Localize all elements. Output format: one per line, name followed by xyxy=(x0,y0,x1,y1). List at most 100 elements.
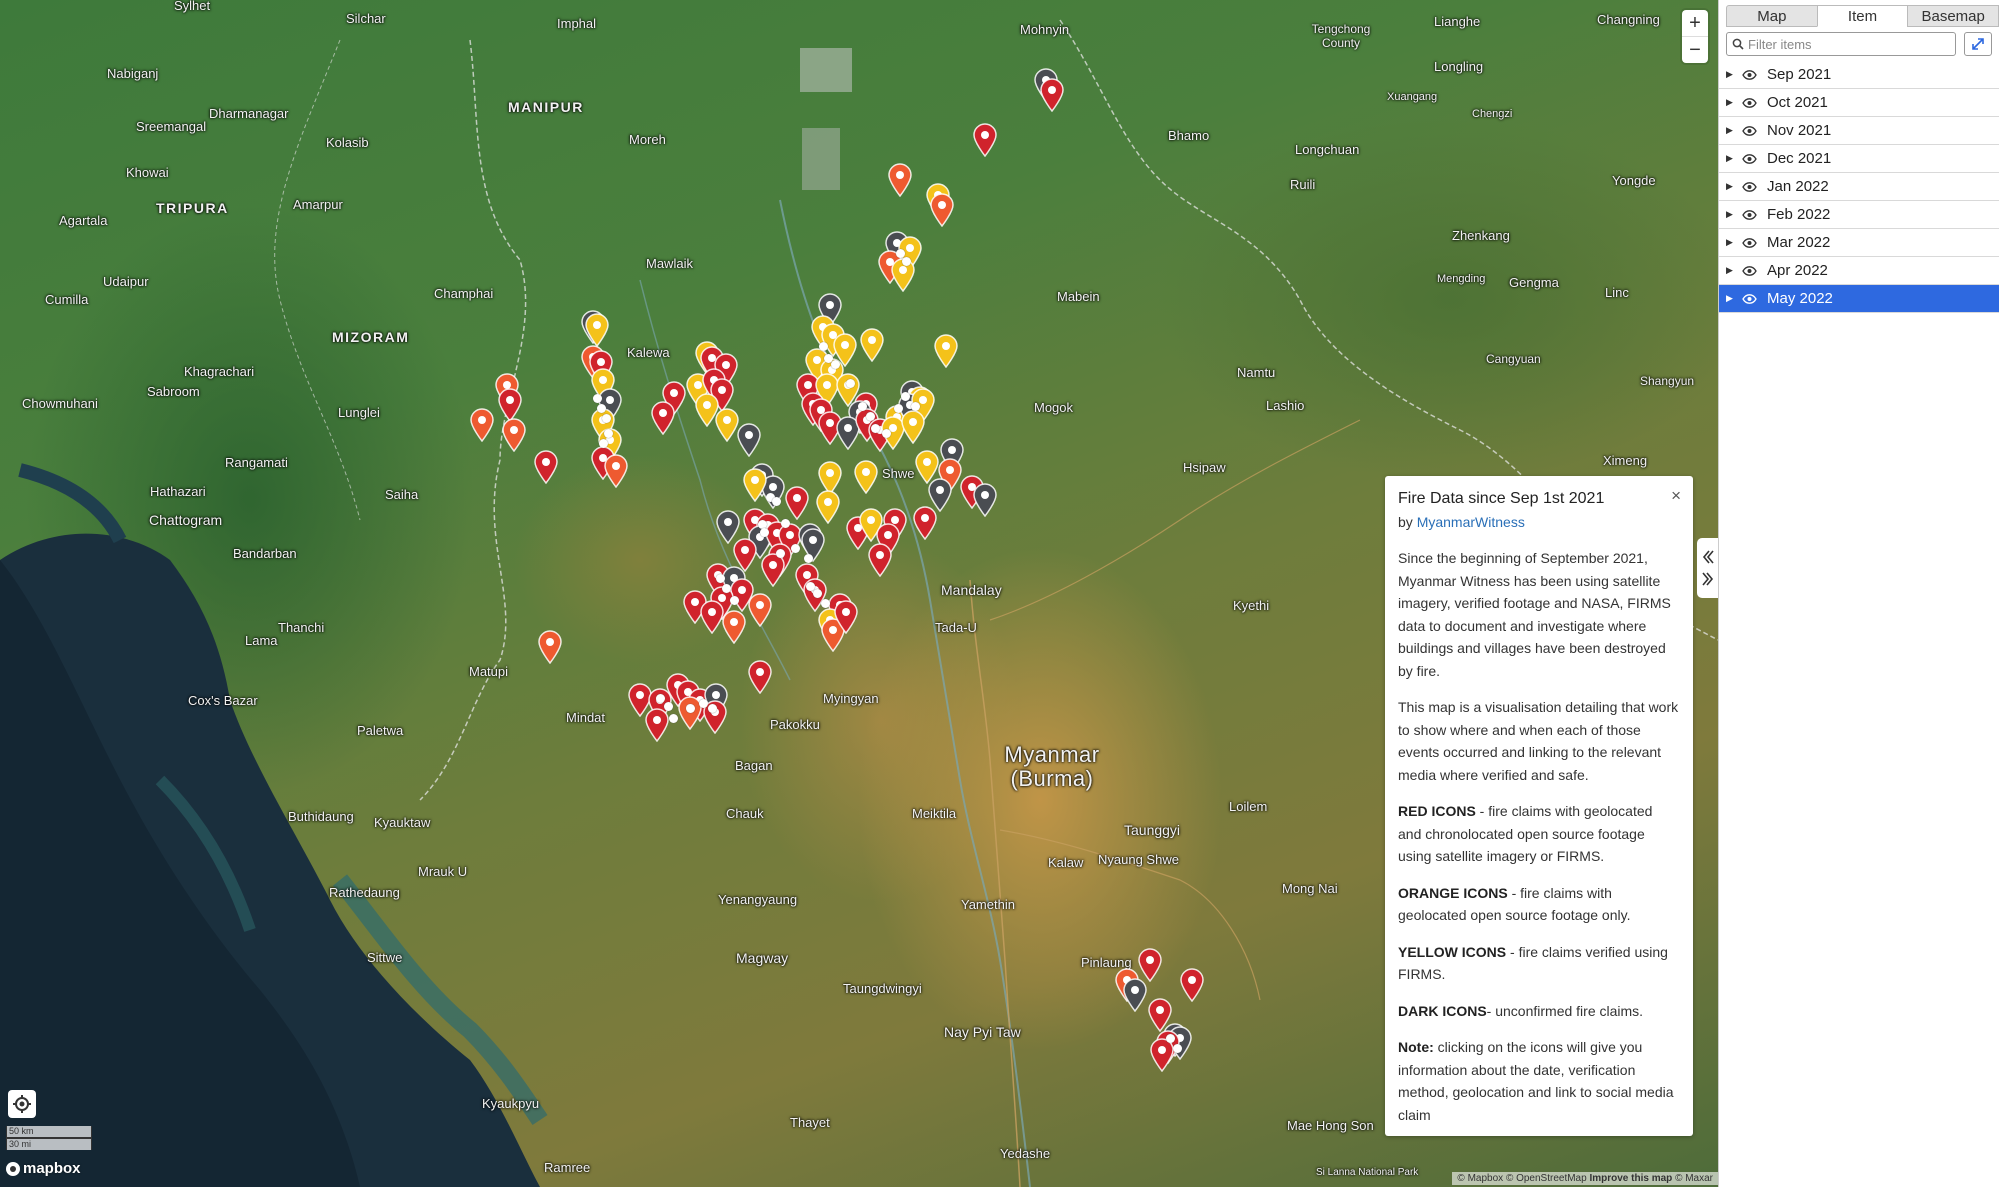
cluster-dot[interactable] xyxy=(846,379,855,388)
cluster-dot[interactable] xyxy=(760,528,769,537)
chevron-left-icon[interactable] xyxy=(1702,549,1714,565)
fire-marker[interactable] xyxy=(537,630,563,664)
cluster-dot[interactable] xyxy=(716,574,725,583)
fire-marker[interactable] xyxy=(469,408,495,442)
cluster-dot[interactable] xyxy=(871,424,880,433)
tree-item[interactable]: ▶ May 2022 xyxy=(1719,285,1999,313)
fire-marker[interactable] xyxy=(1137,948,1163,982)
caret-right-icon[interactable]: ▶ xyxy=(1726,125,1735,136)
cluster-dot[interactable] xyxy=(819,342,828,351)
fire-marker[interactable] xyxy=(742,468,768,502)
fire-marker[interactable] xyxy=(784,486,810,520)
fire-marker[interactable] xyxy=(747,660,773,694)
cluster-dot[interactable] xyxy=(708,704,717,713)
cluster-dot[interactable] xyxy=(1166,1034,1175,1043)
caret-right-icon[interactable]: ▶ xyxy=(1726,237,1735,248)
zoom-in-button[interactable]: + xyxy=(1682,10,1708,36)
fire-marker[interactable] xyxy=(736,423,762,457)
expand-button[interactable] xyxy=(1964,32,1992,56)
tab-basemap[interactable]: Basemap xyxy=(1907,5,1999,27)
cluster-dot[interactable] xyxy=(902,257,911,266)
fire-marker[interactable] xyxy=(1039,78,1065,112)
caret-right-icon[interactable]: ▶ xyxy=(1726,69,1735,80)
fire-marker[interactable] xyxy=(747,593,773,627)
caret-right-icon[interactable]: ▶ xyxy=(1726,97,1735,108)
fire-marker[interactable] xyxy=(867,543,893,577)
cluster-dot[interactable] xyxy=(604,429,613,438)
tree-item[interactable]: ▶ Apr 2022 xyxy=(1719,257,1999,285)
fire-marker[interactable] xyxy=(721,610,747,644)
fire-marker[interactable] xyxy=(760,553,786,587)
cluster-dot[interactable] xyxy=(882,429,891,438)
improve-map-link[interactable]: Improve this map xyxy=(1589,1173,1672,1184)
fire-marker[interactable] xyxy=(912,506,938,540)
fire-marker[interactable] xyxy=(929,193,955,227)
map-canvas[interactable]: Sylhet Silchar Imphal MANIPUR Nabiganj D… xyxy=(0,0,1718,1187)
cluster-dot[interactable] xyxy=(1173,1044,1182,1053)
cluster-dot[interactable] xyxy=(791,544,800,553)
eye-icon[interactable] xyxy=(1742,265,1759,277)
cluster-dot[interactable] xyxy=(669,714,678,723)
caret-right-icon[interactable]: ▶ xyxy=(1726,293,1735,304)
caret-right-icon[interactable]: ▶ xyxy=(1726,153,1735,164)
filter-input[interactable] xyxy=(1748,36,1938,52)
tree-item[interactable]: ▶ Feb 2022 xyxy=(1719,201,1999,229)
cluster-dot[interactable] xyxy=(602,414,611,423)
cluster-dot[interactable] xyxy=(699,699,708,708)
mapbox-logo[interactable]: mapbox xyxy=(6,1160,81,1177)
fire-marker[interactable] xyxy=(1149,1038,1175,1072)
fire-marker[interactable] xyxy=(972,483,998,517)
zoom-out-button[interactable]: − xyxy=(1682,36,1708,63)
fire-marker[interactable] xyxy=(650,401,676,435)
fire-marker[interactable] xyxy=(972,123,998,157)
cluster-dot[interactable] xyxy=(901,392,910,401)
fire-marker[interactable] xyxy=(1179,968,1205,1002)
fire-marker[interactable] xyxy=(815,490,841,524)
caret-right-icon[interactable]: ▶ xyxy=(1726,265,1735,276)
info-author-link[interactable]: MyanmarWitness xyxy=(1417,514,1525,530)
tree-item[interactable]: ▶ Mar 2022 xyxy=(1719,229,1999,257)
cluster-dot[interactable] xyxy=(593,394,602,403)
fire-marker[interactable] xyxy=(501,418,527,452)
cluster-dot[interactable] xyxy=(656,694,665,703)
eye-icon[interactable] xyxy=(1742,97,1759,109)
eye-icon[interactable] xyxy=(1742,125,1759,137)
fire-marker[interactable] xyxy=(497,388,523,422)
tree-item[interactable]: ▶ Sep 2021 xyxy=(1719,61,1999,89)
tree-item[interactable]: ▶ Jan 2022 xyxy=(1719,173,1999,201)
fire-marker[interactable] xyxy=(833,600,859,634)
cluster-dot[interactable] xyxy=(866,412,875,421)
caret-right-icon[interactable]: ▶ xyxy=(1726,181,1735,192)
cluster-dot[interactable] xyxy=(911,402,920,411)
fire-marker[interactable] xyxy=(603,454,629,488)
fire-marker[interactable] xyxy=(1122,978,1148,1012)
eye-icon[interactable] xyxy=(1742,181,1759,193)
fire-marker[interactable] xyxy=(900,410,926,444)
eye-icon[interactable] xyxy=(1742,293,1759,305)
attribution-osm-link[interactable]: © OpenStreetMap xyxy=(1506,1173,1587,1184)
cluster-dot[interactable] xyxy=(772,497,781,506)
fire-marker[interactable] xyxy=(644,708,670,742)
eye-icon[interactable] xyxy=(1742,237,1759,249)
eye-icon[interactable] xyxy=(1742,209,1759,221)
chevron-right-icon[interactable] xyxy=(1701,571,1714,587)
cluster-dot[interactable] xyxy=(894,404,903,413)
cluster-dot[interactable] xyxy=(722,584,731,593)
cluster-dot[interactable] xyxy=(858,402,867,411)
tree-item[interactable]: ▶ Dec 2021 xyxy=(1719,145,1999,173)
cluster-dot[interactable] xyxy=(804,554,813,563)
attribution-mapbox-link[interactable]: © Mapbox xyxy=(1457,1173,1503,1184)
close-icon[interactable]: × xyxy=(1671,485,1681,508)
fire-marker[interactable] xyxy=(887,163,913,197)
cluster-dot[interactable] xyxy=(821,599,830,608)
cluster-dot[interactable] xyxy=(599,439,608,448)
eye-icon[interactable] xyxy=(1742,69,1759,81)
fire-marker[interactable] xyxy=(933,334,959,368)
cluster-dot[interactable] xyxy=(831,360,840,369)
cluster-dot[interactable] xyxy=(781,519,790,528)
fire-marker[interactable] xyxy=(859,328,885,362)
cluster-dot[interactable] xyxy=(664,702,673,711)
fire-marker[interactable] xyxy=(533,450,559,484)
fire-marker[interactable] xyxy=(853,460,879,494)
cluster-dot[interactable] xyxy=(730,596,739,605)
